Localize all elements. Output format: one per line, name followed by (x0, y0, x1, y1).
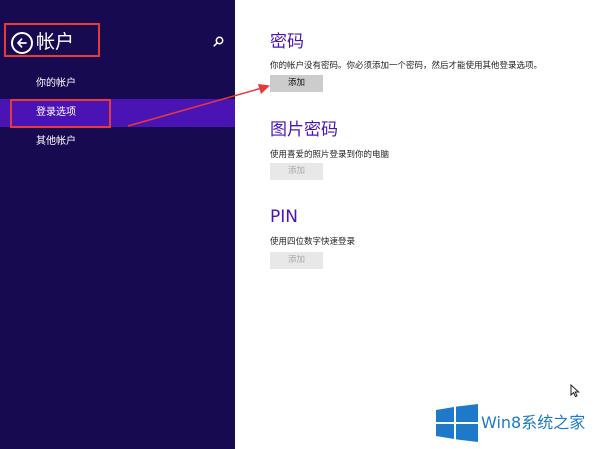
watermark-text: Win8系统之家 (481, 413, 586, 432)
add-pin-button[interactable]: 添加 (270, 252, 323, 269)
highlight-box-title (4, 23, 100, 57)
section-desc-picture-password: 使用喜爱的照片登录到你的电脑 (270, 150, 390, 160)
section-desc-pin: 使用四位数字快速登录 (270, 237, 356, 247)
add-password-button[interactable]: 添加 (270, 75, 323, 92)
section-title-pin: PIN (270, 207, 298, 227)
add-picture-password-button[interactable]: 添加 (270, 163, 323, 180)
mouse-cursor-icon (570, 384, 580, 398)
section-desc-password: 你的帐户没有密码。你必须添加一个密码，然后才能使用其他登录选项。 (270, 61, 543, 71)
sidebar-item-your-account[interactable]: 你的帐户 (0, 70, 235, 98)
section-title-password: 密码 (270, 32, 304, 52)
windows-logo-icon (436, 404, 478, 442)
search-icon[interactable] (213, 36, 224, 47)
sidebar: 帐户 你的帐户 登录选项 其他帐户 (0, 0, 235, 449)
sidebar-item-label: 你的帐户 (36, 78, 76, 89)
section-title-picture-password: 图片密码 (270, 120, 338, 140)
sidebar-item-other-accounts[interactable]: 其他帐户 (0, 128, 235, 156)
highlight-box-sign-in-options (10, 99, 111, 128)
sidebar-item-label: 其他帐户 (36, 136, 76, 147)
